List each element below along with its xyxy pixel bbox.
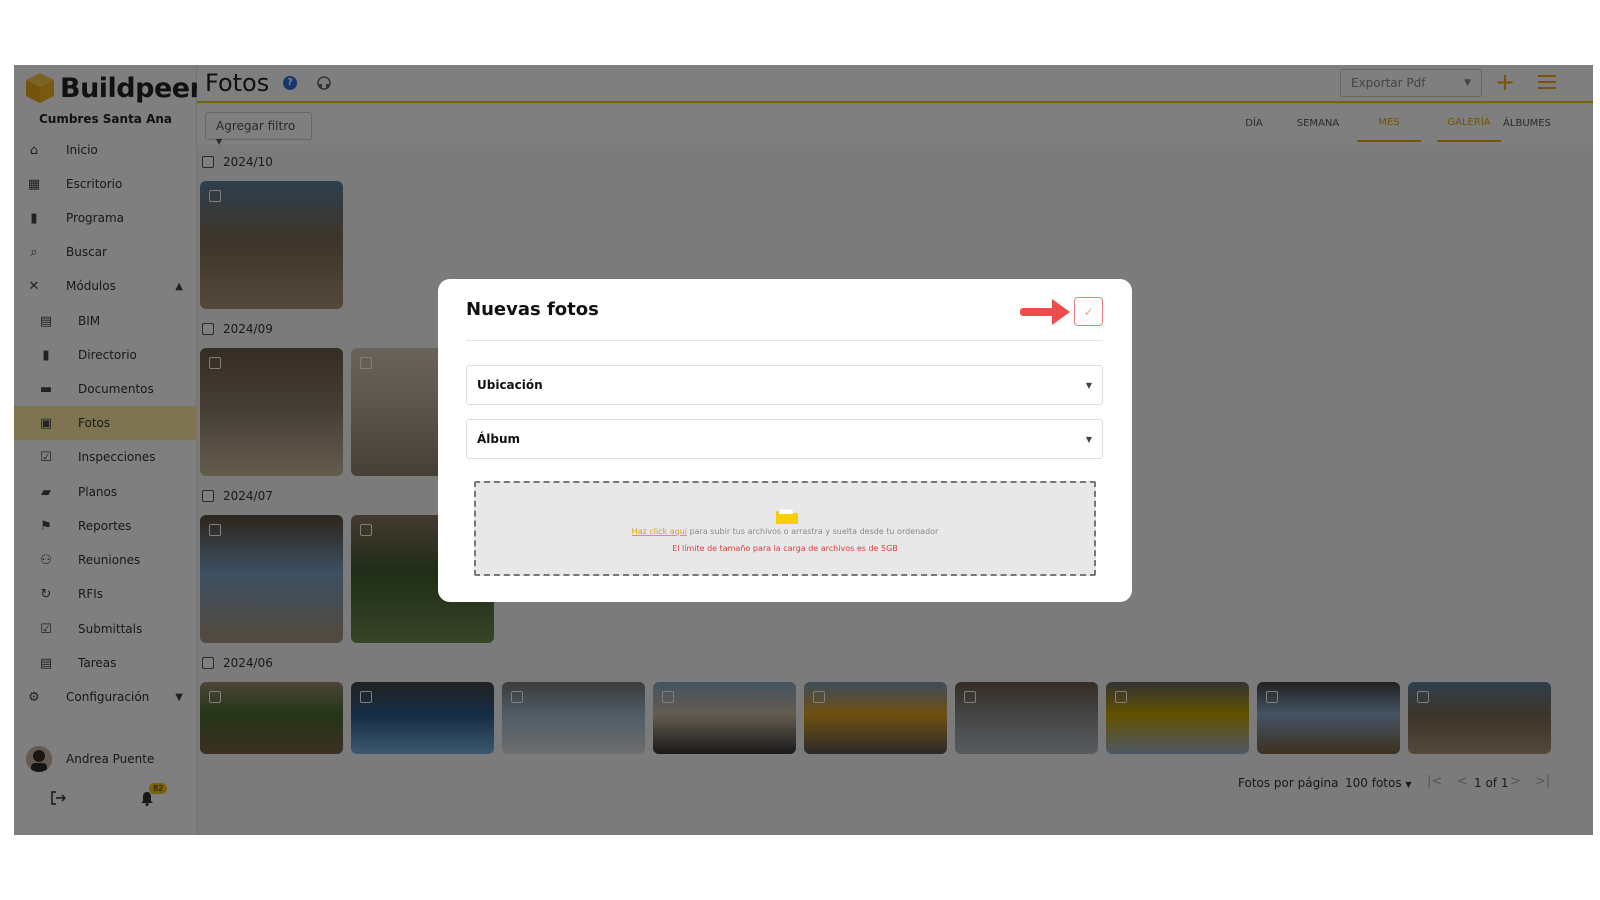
album-select[interactable]: Álbum ▼ <box>466 419 1103 459</box>
upload-instructions: Haz click aquí para subir tus archivos o… <box>476 527 1094 536</box>
location-select[interactable]: Ubicación ▼ <box>466 365 1103 405</box>
chevron-down-icon: ▼ <box>1085 381 1092 390</box>
upload-link[interactable]: Haz click aquí <box>632 527 687 536</box>
new-photos-modal: Nuevas fotos ✓ Ubicación ▼ Álbum ▼ Haz c… <box>438 279 1132 602</box>
confirm-button[interactable]: ✓ <box>1074 297 1103 326</box>
upload-text: para subir tus archivos o arrastra y sue… <box>687 527 939 536</box>
chevron-down-icon: ▼ <box>1085 435 1092 444</box>
album-label: Álbum <box>477 432 521 446</box>
upload-dropzone[interactable]: Haz click aquí para subir tus archivos o… <box>474 481 1096 576</box>
modal-title: Nuevas fotos <box>466 299 599 320</box>
divider <box>466 340 1103 341</box>
upload-limit-text: El límite de tamaño para la carga de arc… <box>672 544 898 553</box>
location-label: Ubicación <box>477 378 543 392</box>
arrow-right-icon <box>1020 299 1070 325</box>
folder-icon <box>776 508 798 524</box>
check-icon: ✓ <box>1083 304 1094 319</box>
